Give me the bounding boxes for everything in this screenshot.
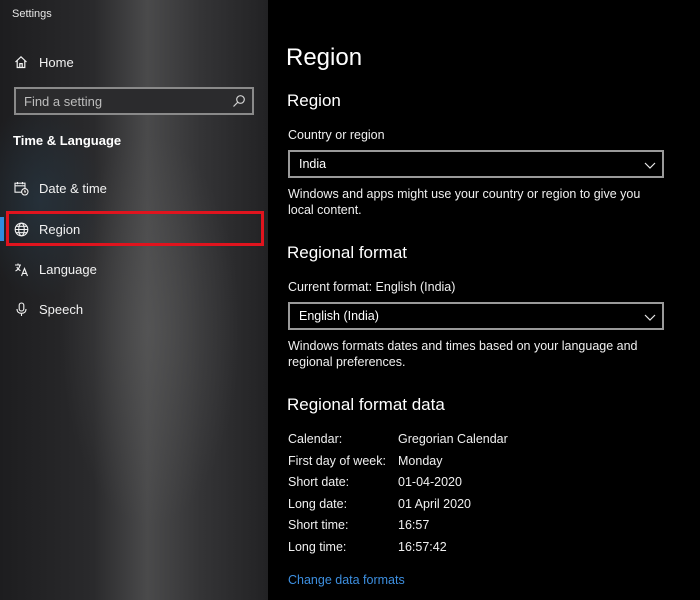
format-data-row: Short time: 16:57	[288, 518, 688, 534]
format-data-row: Calendar: Gregorian Calendar	[288, 432, 688, 448]
sidebar-item-label: Speech	[39, 301, 84, 317]
globe-icon	[12, 220, 30, 238]
nav-home[interactable]: Home	[0, 44, 268, 80]
region-heading: Region	[287, 91, 341, 110]
format-data-key: Long time:	[288, 540, 347, 554]
main-content: Region Region Country or region India Wi…	[268, 0, 700, 600]
format-data-value: Gregorian Calendar	[398, 432, 508, 446]
chevron-down-icon	[644, 158, 656, 170]
search-icon[interactable]	[232, 94, 246, 108]
format-data-row: First day of week: Monday	[288, 454, 688, 470]
sidebar-item-speech[interactable]: Speech	[0, 291, 268, 327]
format-data-value: 01-04-2020	[398, 475, 462, 489]
format-data-value: 01 April 2020	[398, 497, 471, 511]
language-icon	[12, 260, 30, 278]
selected-indicator	[0, 217, 4, 241]
format-data-value: 16:57:42	[398, 540, 447, 554]
search-box[interactable]	[14, 87, 254, 115]
current-format-label: Current format: English (India)	[288, 280, 456, 294]
format-data-key: Short time:	[288, 518, 349, 532]
format-data-heading: Regional format data	[287, 395, 445, 414]
section-title: Time & Language	[13, 133, 122, 148]
sidebar-item-language[interactable]: Language	[0, 251, 268, 287]
change-data-formats-link[interactable]: Change data formats	[288, 573, 405, 587]
format-description: Windows formats dates and times based on…	[288, 339, 638, 369]
format-data-row: Long date: 01 April 2020	[288, 497, 688, 513]
format-data-key: Long date:	[288, 497, 348, 511]
window-title: Settings	[12, 8, 52, 20]
calendar-clock-icon	[12, 179, 30, 197]
format-data-row: Long time: 16:57:42	[288, 540, 688, 556]
page-title: Region	[286, 44, 363, 71]
format-data-key: Short date:	[288, 475, 350, 489]
sidebar-item-label: Date & time	[39, 180, 107, 196]
sidebar-item-label: Language	[39, 261, 97, 277]
format-value: English (India)	[299, 309, 379, 323]
country-label: Country or region	[288, 128, 385, 142]
format-dropdown[interactable]: English (India)	[288, 302, 664, 330]
country-dropdown[interactable]: India	[288, 150, 664, 178]
regional-format-heading: Regional format	[287, 243, 408, 262]
format-data-row: Short date: 01-04-2020	[288, 475, 688, 491]
search-input[interactable]	[16, 89, 230, 113]
home-icon	[12, 53, 30, 71]
format-data-key: First day of week:	[288, 454, 386, 468]
format-data-value: 16:57	[398, 518, 430, 532]
country-description: Windows and apps might use your country …	[288, 187, 641, 217]
microphone-icon	[12, 300, 30, 318]
sidebar-item-date-time[interactable]: Date & time	[0, 170, 268, 206]
format-data-value: Monday	[398, 454, 443, 468]
nav-home-label: Home	[39, 54, 74, 70]
country-value: India	[299, 157, 327, 171]
sidebar-item-region[interactable]: Region	[0, 211, 268, 247]
sidebar-item-label: Region	[39, 221, 81, 237]
format-data-key: Calendar:	[288, 432, 343, 446]
sidebar: Settings Home Time & Language Date & tim…	[0, 0, 268, 600]
chevron-down-icon	[644, 310, 656, 322]
